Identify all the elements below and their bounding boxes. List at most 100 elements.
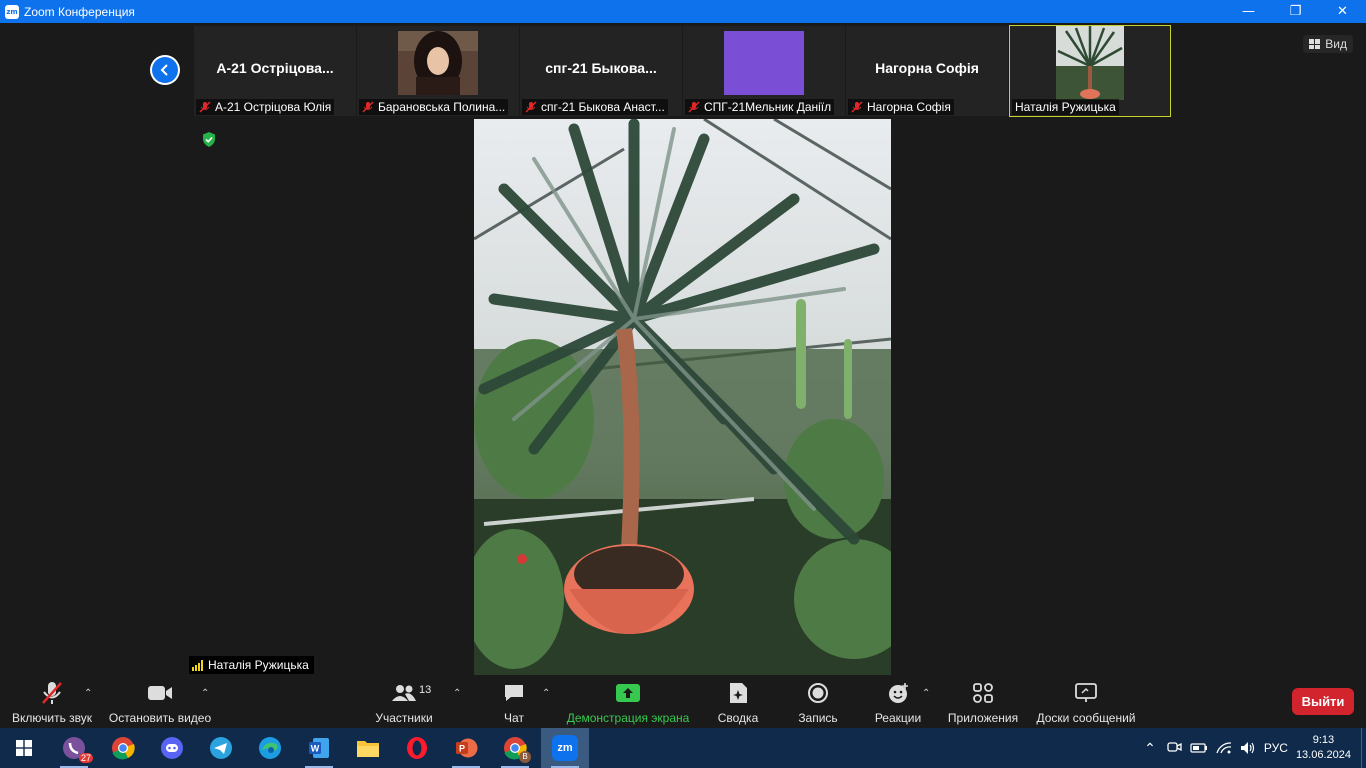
- telegram-icon: [210, 737, 232, 759]
- taskbar-powerpoint[interactable]: P: [442, 728, 490, 768]
- participant-display-name: спг-21 Быкова...: [545, 60, 657, 76]
- chevron-up-icon[interactable]: ⌃: [1144, 740, 1156, 757]
- participant-name: спг-21 Быкова Анаст...: [541, 100, 665, 114]
- unmute-button[interactable]: ⌃ Включить звук: [8, 678, 96, 728]
- summary-label: Сводка: [717, 711, 759, 725]
- taskbar-telegram[interactable]: [197, 728, 245, 768]
- participant-tile[interactable]: спг-21 Быкова... спг-21 Быкова Анаст...: [520, 26, 682, 116]
- whiteboard-icon: [1075, 683, 1097, 702]
- chevron-up-icon[interactable]: ⌃: [453, 688, 461, 699]
- start-button[interactable]: [0, 728, 48, 768]
- participant-tile[interactable]: СПГ-21Мельник Даніїл: [683, 26, 845, 116]
- grid-view-icon: [1309, 39, 1321, 49]
- view-button[interactable]: Вид: [1303, 35, 1353, 53]
- participant-tile-active[interactable]: Наталiя Ружицька: [1009, 25, 1171, 117]
- whiteboards-button[interactable]: Доски сообщений: [1033, 678, 1139, 728]
- taskbar-viber[interactable]: 27: [50, 728, 98, 768]
- taskbar-chrome-profile[interactable]: B: [491, 728, 539, 768]
- share-screen-button[interactable]: Демонстрация экрана: [563, 678, 693, 728]
- taskbar-discord[interactable]: [148, 728, 196, 768]
- chevron-left-icon: [152, 57, 178, 83]
- smiley-icon: [889, 683, 908, 703]
- close-button[interactable]: ✕: [1319, 0, 1366, 23]
- participants-icon: [392, 685, 416, 701]
- active-speaker-tag: Наталiя Ружицька: [189, 656, 314, 674]
- record-label: Запись: [798, 711, 838, 725]
- reactions-button[interactable]: ⌃ Реакции: [872, 678, 930, 728]
- zoom-window: zm Zoom Конференция — ❐ ✕ А-21 Острiцова…: [0, 0, 1366, 768]
- meet-now-icon[interactable]: [1166, 741, 1182, 755]
- battery-icon[interactable]: [1190, 742, 1208, 754]
- windows-logo-icon: [16, 740, 32, 756]
- input-language[interactable]: РУС: [1264, 741, 1288, 755]
- system-tray: ⌃ РУС 9:13 13.06.2024: [1144, 728, 1366, 768]
- minimize-button[interactable]: —: [1225, 0, 1272, 23]
- chevron-up-icon[interactable]: ⌃: [922, 688, 930, 699]
- chevron-up-icon[interactable]: ⌃: [201, 688, 209, 699]
- restore-button[interactable]: ❐: [1272, 0, 1319, 23]
- ai-summary-icon: [730, 683, 747, 703]
- mic-off-icon: [199, 101, 211, 113]
- unmute-label: Включить звук: [11, 711, 93, 725]
- taskbar-zoom[interactable]: zm: [541, 728, 589, 768]
- show-desktop-button[interactable]: [1361, 728, 1366, 768]
- participant-label: Нагорна Софiя: [848, 99, 954, 115]
- clock[interactable]: 9:13 13.06.2024: [1296, 733, 1351, 763]
- participant-display-name: Нагорна Софiя: [875, 60, 979, 76]
- strip-back-button[interactable]: [150, 55, 180, 85]
- svg-text:P: P: [459, 744, 465, 754]
- mic-off-icon: [525, 101, 537, 113]
- window-controls: — ❐ ✕: [1225, 0, 1366, 23]
- participant-tile[interactable]: Барановська Полина...: [357, 26, 519, 116]
- taskbar-opera[interactable]: [393, 728, 441, 768]
- mic-off-icon: [42, 682, 62, 704]
- participants-button[interactable]: 13 ⌃ Участники: [372, 678, 461, 728]
- taskbar-word[interactable]: W: [295, 728, 343, 768]
- chevron-up-icon[interactable]: ⌃: [84, 688, 92, 699]
- participant-name: А-21 Острiцова Юлiя: [215, 100, 332, 114]
- participant-tile[interactable]: А-21 Острiцова... А-21 Острiцова Юлiя: [194, 26, 356, 116]
- stop-video-button[interactable]: ⌃ Остановить видео: [107, 678, 213, 728]
- participant-label: спг-21 Быкова Анаст...: [522, 99, 668, 115]
- share-screen-label: Демонстрация экрана: [566, 711, 690, 725]
- chrome-icon: [112, 737, 135, 760]
- clock-time: 9:13: [1312, 734, 1335, 746]
- apps-icon: [973, 683, 993, 703]
- edge-icon: [259, 737, 281, 759]
- wifi-icon[interactable]: [1216, 741, 1232, 755]
- reactions-label: Реакции: [874, 711, 922, 725]
- title-bar: zm Zoom Конференция — ❐ ✕: [0, 0, 1366, 23]
- share-screen-icon: [616, 684, 640, 702]
- taskbar-chrome[interactable]: [99, 728, 147, 768]
- chat-label: Чат: [504, 711, 524, 725]
- stop-video-label: Остановить видео: [108, 711, 212, 725]
- mic-off-icon: [851, 101, 863, 113]
- window-title: Zoom Конференция: [24, 4, 135, 19]
- connection-signal-icon: [192, 659, 204, 671]
- record-button[interactable]: Запись: [794, 678, 842, 728]
- meeting-area: А-21 Острiцова... А-21 Острiцова Юлiя Ба…: [0, 23, 1366, 678]
- volume-icon[interactable]: [1240, 741, 1256, 755]
- participant-label: Наталiя Ружицька: [1012, 99, 1119, 115]
- apps-button[interactable]: Приложения: [944, 678, 1022, 728]
- participant-label: СПГ-21Мельник Даніїл: [685, 99, 835, 115]
- participants-count: 13: [419, 684, 432, 696]
- participant-name: Нагорна Софiя: [867, 100, 951, 114]
- security-shield-icon[interactable]: [202, 132, 216, 147]
- svg-text:W: W: [311, 744, 320, 754]
- taskbar-file-explorer[interactable]: [344, 728, 392, 768]
- leave-button[interactable]: Выйти: [1292, 688, 1354, 715]
- participant-name: Наталiя Ружицька: [1015, 100, 1116, 114]
- summary-button[interactable]: Сводка: [714, 678, 762, 728]
- mic-off-icon: [362, 101, 374, 113]
- zoom-logo-icon: zm: [5, 4, 19, 19]
- viber-icon: 27: [61, 735, 93, 763]
- participants-strip: А-21 Острiцова... А-21 Острiцова Юлiя Ба…: [194, 25, 1172, 118]
- chevron-up-icon[interactable]: ⌃: [542, 688, 550, 699]
- participant-tile[interactable]: Нагорна Софiя Нагорна Софiя: [846, 26, 1008, 116]
- powerpoint-icon: P: [456, 738, 478, 758]
- taskbar-edge[interactable]: [246, 728, 294, 768]
- chrome-profile-badge: B: [519, 751, 531, 763]
- chat-button[interactable]: ⌃ Чат: [497, 678, 550, 728]
- video-camera-icon: [148, 686, 172, 700]
